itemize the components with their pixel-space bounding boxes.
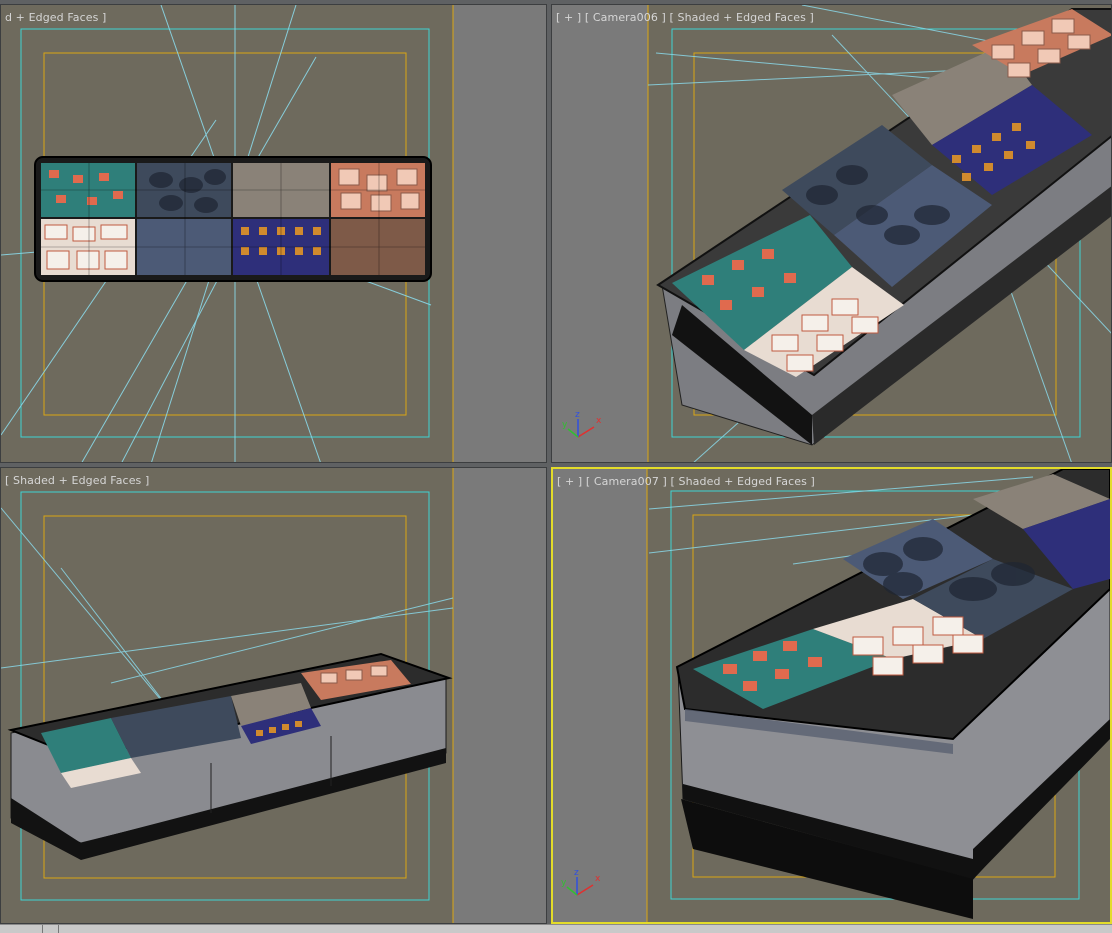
camera006-scene — [552, 5, 1111, 462]
camera007-scene — [553, 469, 1110, 922]
viewport-label[interactable]: [ + ] [ Camera006 ] [ Shaded + Edged Fac… — [556, 11, 814, 24]
axis-gizmo-icon: x z y — [561, 868, 601, 896]
viewport-label[interactable]: [ + ] [ Camera007 ] [ Shaded + Edged Fac… — [557, 475, 815, 488]
viewport-gutter — [453, 5, 546, 462]
axis-y-label: y — [561, 878, 567, 888]
perspective-scene — [1, 468, 546, 923]
viewport-gutter — [453, 468, 546, 923]
axis-z-label: z — [575, 410, 580, 420]
viewport-label[interactable]: d + Edged Faces ] — [5, 11, 106, 24]
freezer-model-top — [34, 156, 432, 282]
freezer-model-perspective — [7, 652, 453, 860]
viewport-camera006[interactable]: [ + ] [ Camera006 ] [ Shaded + Edged Fac… — [551, 4, 1112, 463]
axis-z-label: z — [574, 868, 579, 878]
viewport-top-left[interactable]: d + Edged Faces ] — [0, 4, 547, 463]
viewport-perspective[interactable]: [ Shaded + Edged Faces ] — [0, 467, 547, 924]
viewport-label[interactable]: [ Shaded + Edged Faces ] — [5, 474, 149, 487]
top-view-scene — [1, 5, 546, 462]
freezer-model-camera007 — [675, 469, 1110, 919]
viewport-gutter — [553, 469, 647, 922]
viewport-camera007[interactable]: [ + ] [ Camera007 ] [ Shaded + Edged Fac… — [551, 467, 1112, 924]
axis-x-label: x — [595, 874, 601, 884]
axis-gizmo-icon: x z y — [562, 410, 602, 438]
viewport-gutter — [552, 5, 648, 462]
axis-y-label: y — [562, 420, 568, 430]
axis-x-label: x — [596, 416, 602, 426]
